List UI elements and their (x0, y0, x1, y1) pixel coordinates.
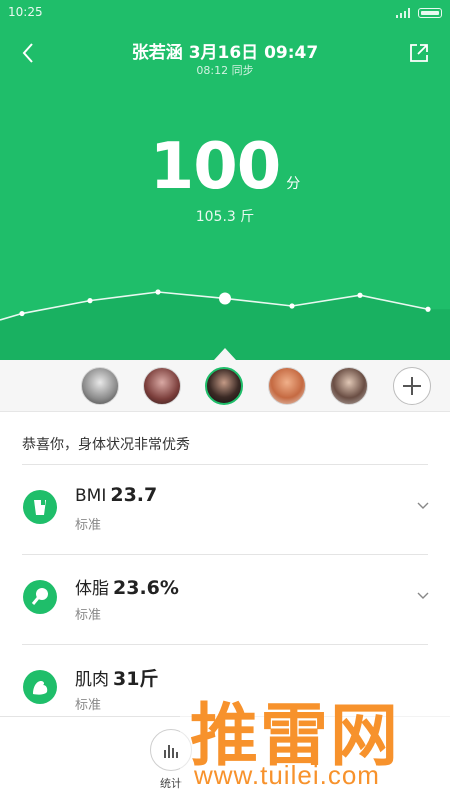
score-block: 100 分 (0, 130, 450, 204)
avatar[interactable] (143, 367, 181, 405)
share-button[interactable] (404, 38, 434, 68)
trend-point (289, 303, 295, 309)
metric-label: 肌肉 31斤 (75, 668, 159, 690)
muscle-icon (23, 670, 57, 704)
status-bar: 10:25 (0, 0, 450, 26)
avatar[interactable] (205, 367, 243, 405)
trend-chart[interactable] (0, 270, 450, 360)
metric-status: 标准 (75, 608, 102, 623)
trend-point (19, 310, 25, 317)
sync-time: 08:12 同步 (196, 64, 254, 77)
watermark-url: www.tuilei.com (194, 760, 380, 790)
battery-icon (418, 8, 442, 18)
chevron-down-icon (417, 592, 429, 599)
avatar[interactable] (330, 367, 368, 405)
trend-point (155, 289, 161, 295)
trend-point (357, 292, 363, 298)
trend-point (425, 306, 431, 312)
trend-point (87, 298, 93, 304)
add-user-button[interactable] (393, 367, 431, 405)
share-icon (410, 44, 428, 62)
metric-label: BMI 23.7 (75, 484, 158, 506)
metric-label: 体脂 23.6% (75, 577, 179, 599)
chevron-down-icon (417, 502, 429, 509)
drumstick-icon (23, 580, 57, 614)
signal-icon (396, 8, 410, 18)
page-title: 张若涵 3月16日 09:47 (131, 43, 319, 63)
header-panel: 10:25 张若涵 3月16日 09:47 08:12 同步 100 分 105.… (0, 0, 450, 360)
weight-value: 105.3 斤 (195, 209, 255, 225)
avatar[interactable] (268, 367, 306, 405)
score-value: 100 (149, 130, 282, 204)
metric-row-bmi[interactable]: BMI 23.7 标准 (0, 464, 450, 554)
watermark: 推雷网 www.tuilei.com (180, 682, 450, 800)
trend-point-selected (219, 292, 231, 305)
status-time: 10:25 (8, 5, 43, 19)
metric-status: 标准 (75, 698, 102, 713)
health-summary: 恭喜你，身体状况非常优秀 (22, 437, 190, 453)
cup-icon (23, 490, 57, 524)
selected-pointer (214, 348, 236, 360)
avatar[interactable] (81, 367, 119, 405)
score-unit: 分 (286, 176, 301, 192)
user-avatar-strip (0, 360, 450, 412)
metric-row-body-fat[interactable]: 体脂 23.6% 标准 (0, 554, 450, 644)
metric-status: 标准 (75, 518, 102, 533)
